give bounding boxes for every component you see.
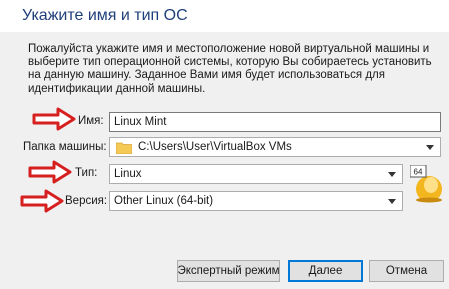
chevron-down-icon [388,199,396,204]
wizard-header: Укажите имя и тип ОС [0,0,449,32]
version-label: Версия: [65,195,108,207]
red-arrow-icon [28,160,72,184]
cancel-button[interactable]: Отмена [369,260,444,282]
version-value: Other Linux (64-bit) [114,195,214,207]
type-value: Linux [114,168,142,180]
version-select[interactable]: Other Linux (64-bit) [109,191,403,211]
next-button[interactable]: Далее [288,260,363,282]
type-select[interactable]: Linux [109,164,403,184]
expert-mode-button[interactable]: Экспертный режим [177,260,280,282]
linux-64-icon: 64 [410,165,442,203]
type-label: Тип: [75,167,98,179]
folder-value: C:\Users\User\VirtualBox VMs [138,141,292,153]
chevron-down-icon [388,172,396,177]
folder-label: Папка машины: [23,141,107,153]
folder-select[interactable]: C:\Users\User\VirtualBox VMs [109,137,441,157]
red-arrow-icon [32,107,76,131]
chevron-down-icon [426,145,434,150]
os-badge-text: 64 [414,168,423,177]
name-label: Имя: [78,115,104,127]
page-title: Укажите имя и тип ОС [22,7,188,24]
folder-icon [116,142,132,154]
red-arrow-icon [20,189,64,213]
name-input[interactable]: Linux Mint [109,112,441,132]
description-text: Пожалуйста укажите имя и местоположение … [28,43,432,95]
